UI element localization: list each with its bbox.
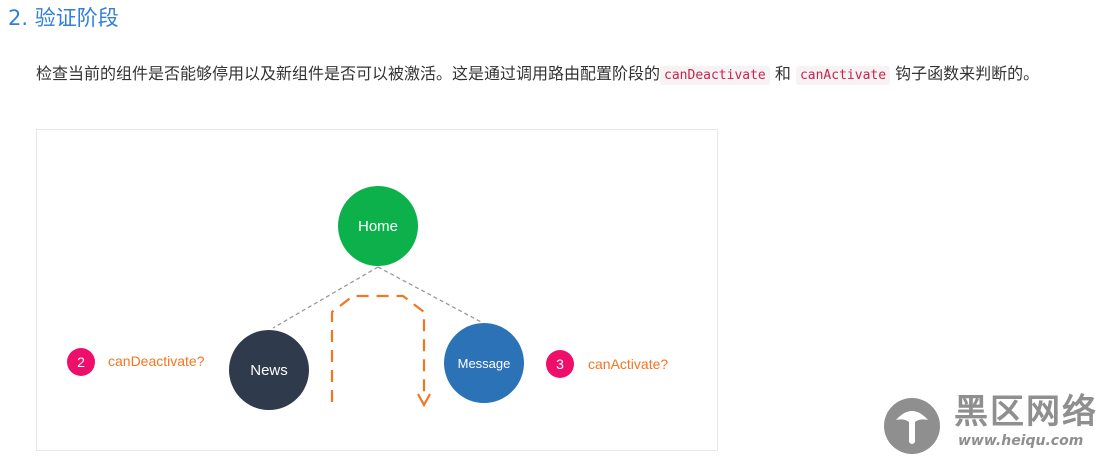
transition-arrow-path <box>330 294 426 402</box>
diagram-canvas: Home News Message 2 canDeactivate? 3 can… <box>67 186 668 410</box>
watermark-url: www.heiqu.com <box>958 433 1084 449</box>
watermark-logo-icon <box>884 398 940 454</box>
home-node-label: Home <box>358 218 398 235</box>
step-3-number: 3 <box>556 356 564 372</box>
description-paragraph: 检查当前的组件是否能够停用以及新组件是否可以被激活。这是通过调用路由配置阶段的 c… <box>36 60 1110 90</box>
transition-arrow-head-icon <box>417 393 431 408</box>
paragraph-text-3: 钩子函数来判断的。 <box>890 64 1040 83</box>
code-can-deactivate: canDeactivate <box>660 66 770 85</box>
news-node-label: News <box>250 362 288 379</box>
watermark-text: 黑区网络 <box>954 392 1098 432</box>
paragraph-text-2: 和 <box>769 64 796 83</box>
section-title: 2. 验证阶段 <box>8 6 119 30</box>
step-2-number: 2 <box>77 354 85 370</box>
paragraph-text-1: 检查当前的组件是否能够停用以及新组件是否可以被激活。这是通过调用路由配置阶段的 <box>36 64 661 83</box>
code-can-activate: canActivate <box>795 66 891 85</box>
connector-home-message <box>377 266 484 324</box>
step-2-label: canDeactivate? <box>108 353 205 369</box>
step-3-label: canActivate? <box>588 356 668 372</box>
connector-home-news <box>272 266 379 329</box>
routing-diagram: Home News Message 2 canDeactivate? 3 can… <box>36 129 718 451</box>
site-watermark: 黑区网络 www.heiqu.com <box>882 392 1112 456</box>
message-node-label: Message <box>458 356 511 371</box>
